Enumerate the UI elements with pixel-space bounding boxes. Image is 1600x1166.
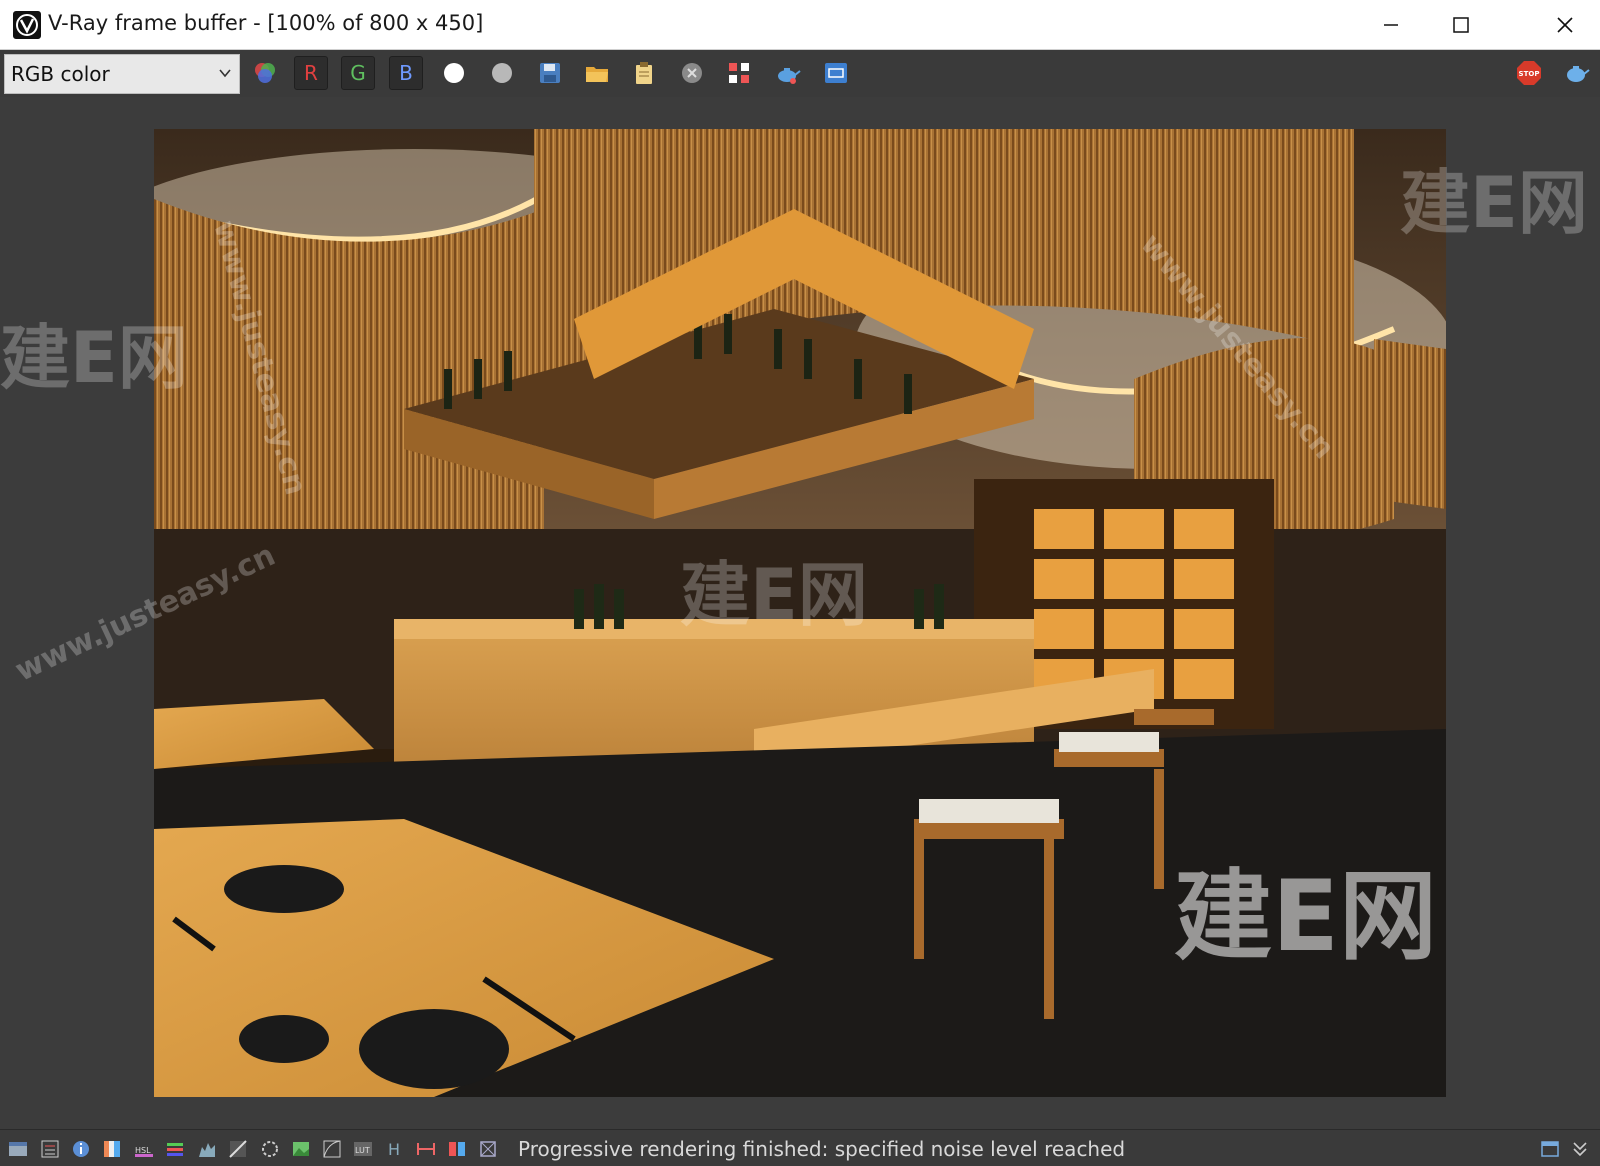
track-mouse-button[interactable] [722, 56, 756, 90]
curve-button[interactable] [322, 1139, 342, 1159]
window-title: V-Ray frame buffer - [100% of 800 x 450] [48, 11, 484, 35]
track-mouse-icon [729, 63, 749, 83]
info-icon [73, 1141, 89, 1157]
title-bar: V-Ray frame buffer - [100% of 800 x 450] [0, 0, 1600, 50]
lut-icon: LUT [354, 1142, 372, 1156]
compare-button[interactable] [447, 1139, 467, 1159]
clipboard-icon [636, 62, 652, 84]
status-message: Progressive rendering finished: specifie… [518, 1137, 1126, 1161]
chevron-down-icon [219, 69, 231, 78]
color-correction-button[interactable] [102, 1139, 122, 1159]
svg-text:HSL: HSL [135, 1146, 151, 1155]
svg-text:LUT: LUT [355, 1146, 370, 1155]
white-balance-icon [262, 1141, 278, 1157]
background-button[interactable] [291, 1139, 311, 1159]
render-elements-button[interactable] [40, 1139, 60, 1159]
histogram-icon [199, 1143, 215, 1157]
channel-select[interactable]: RGB color [4, 54, 240, 94]
restaurant-render-picture [154, 129, 1446, 1097]
svg-text:H: H [388, 1140, 400, 1159]
settings-icon [480, 1141, 496, 1157]
minimize-button[interactable] [1356, 0, 1426, 50]
gradient-icon [104, 1141, 120, 1157]
window-icon [9, 1142, 27, 1156]
svg-text:STOP: STOP [1519, 70, 1540, 78]
minimize-icon [1384, 24, 1398, 26]
view-white-icon [444, 63, 464, 83]
render-icon [1567, 66, 1590, 82]
region-icon [825, 63, 847, 83]
save-button[interactable] [533, 56, 567, 90]
toolbar: RGB color R G B STOP [0, 50, 1600, 97]
levels-icon [167, 1143, 183, 1156]
chevron-down-icon [1573, 1142, 1587, 1157]
close-button[interactable] [1530, 0, 1600, 50]
hsl-icon: HSL [135, 1146, 153, 1157]
ocio-button[interactable]: H [384, 1139, 404, 1159]
close-icon [1557, 17, 1573, 33]
channel-select-value: RGB color [11, 62, 110, 86]
render-button[interactable] [1559, 56, 1593, 90]
pixel-aspect-button[interactable] [416, 1139, 436, 1159]
panel-icon [1541, 1141, 1559, 1157]
clear-image-button[interactable] [675, 56, 709, 90]
white-balance-button[interactable] [260, 1139, 280, 1159]
view-white-button[interactable] [437, 56, 471, 90]
maximize-button[interactable] [1426, 0, 1496, 50]
exposure-icon [229, 1140, 247, 1158]
compare-icon [449, 1142, 465, 1156]
h-icon: H [388, 1140, 400, 1159]
levels-button[interactable] [165, 1139, 185, 1159]
exposure-button[interactable] [228, 1139, 248, 1159]
curve-icon [323, 1140, 341, 1158]
render-teapot-icon [778, 68, 801, 84]
hsl-button[interactable]: HSL [134, 1139, 154, 1159]
green-channel-button[interactable]: G [341, 56, 375, 90]
view-alpha-button[interactable] [485, 56, 519, 90]
maximize-icon [1453, 17, 1469, 33]
expand-button[interactable] [1570, 1139, 1590, 1159]
width-icon [417, 1143, 435, 1155]
lut-button[interactable]: LUT [353, 1139, 373, 1159]
settings-button[interactable] [478, 1139, 498, 1159]
save-icon [540, 63, 560, 83]
region-render-button[interactable] [819, 56, 853, 90]
image-viewport[interactable]: 建E网 建E网 建E网 建E网 www.justeasy.cn www.just… [0, 97, 1600, 1129]
blue-channel-button[interactable]: B [389, 56, 423, 90]
history-button[interactable] [8, 1139, 28, 1159]
color-channels-button[interactable] [248, 56, 282, 90]
open-icon [586, 67, 608, 82]
render-teapot-button[interactable] [770, 56, 804, 90]
stop-button[interactable]: STOP [1512, 56, 1546, 90]
clipboard-button[interactable] [627, 56, 661, 90]
stop-icon: STOP [1517, 61, 1541, 85]
info-button[interactable] [71, 1139, 91, 1159]
status-bar: HSL LUT H Progressive rendering finished… [0, 1129, 1600, 1166]
list-icon [41, 1140, 59, 1158]
view-alpha-icon [492, 63, 512, 83]
rendered-image [154, 129, 1446, 1097]
open-button[interactable] [580, 56, 614, 90]
vray-logo-icon [13, 11, 41, 39]
dock-panel-button[interactable] [1540, 1139, 1560, 1159]
red-channel-button[interactable]: R [294, 56, 328, 90]
histogram-button[interactable] [197, 1139, 217, 1159]
color-channels-icon [255, 63, 275, 83]
image-icon [293, 1142, 309, 1156]
clear-icon [682, 63, 702, 83]
